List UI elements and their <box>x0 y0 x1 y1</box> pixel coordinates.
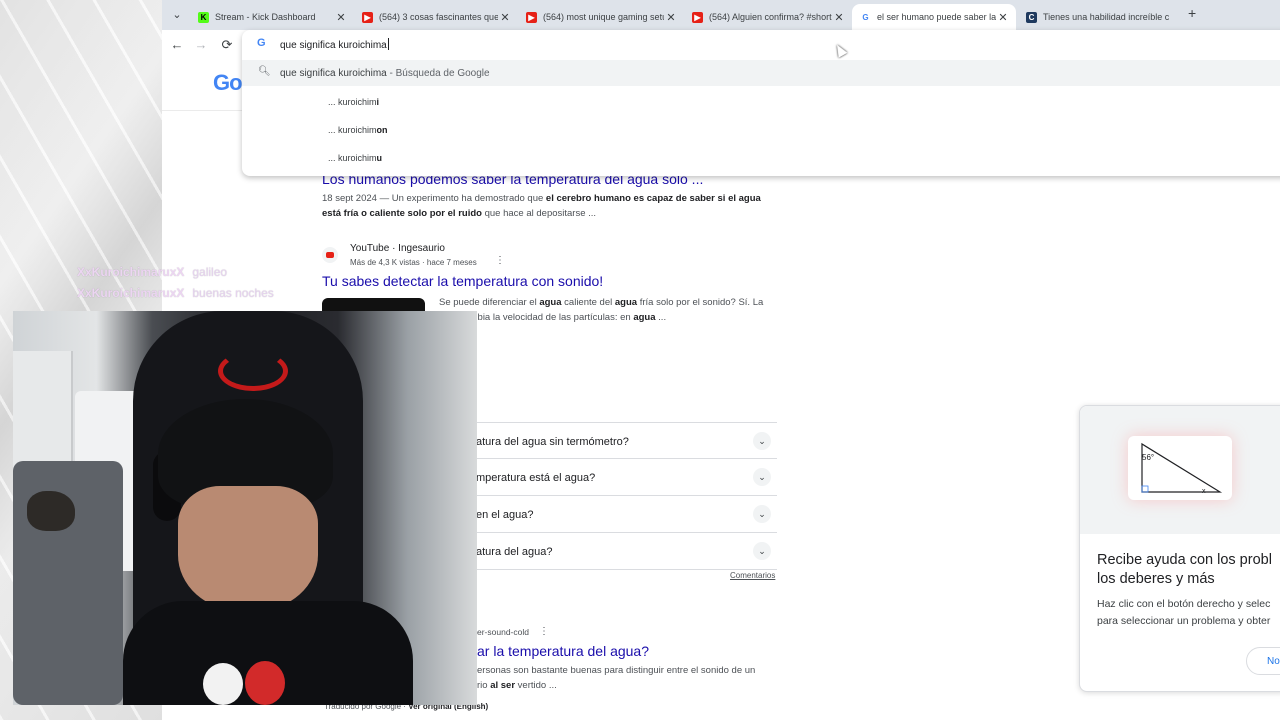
close-tab-icon[interactable]: ✕ <box>996 11 1010 24</box>
tab-title: (564) Alguien confirma? #short <box>709 12 832 22</box>
text-caret <box>387 38 389 50</box>
google-icon: G <box>860 11 871 23</box>
omnibox-query-text: que significa kuroichima <box>280 40 387 51</box>
popup-heading: Recibe ayuda con los probl los deberes y … <box>1097 552 1272 587</box>
tab-title: Tienes una habilidad increíble c <box>1043 12 1170 22</box>
streamer-face <box>178 486 318 611</box>
result-title-link[interactable]: ar la temperatura del agua? <box>477 643 649 659</box>
popup-body: Haz clic con el botón derecho y selec par… <box>1097 598 1271 627</box>
chevron-down-icon: ⌄ <box>753 505 771 523</box>
result-snippet: Se puede diferenciar el agua caliente de… <box>439 297 764 323</box>
result-snippet: ersonas son bastante buenas para disting… <box>477 665 756 691</box>
result-source[interactable]: YouTube · Ingesaurio <box>350 243 445 254</box>
youtube-icon: ▶ <box>526 11 537 23</box>
google-logo[interactable]: Go <box>213 70 243 96</box>
suggestion-text: que significa kuroichima - Búsqueda de G… <box>280 68 490 79</box>
close-tab-icon[interactable]: ✕ <box>832 11 846 24</box>
omnibox-dropdown: G que significa kuroichima 🔍︎ que signif… <box>242 30 1280 176</box>
reload-icon[interactable]: ⟳ <box>218 36 236 54</box>
tab-title: el ser humano puede saber la t <box>877 12 996 22</box>
youtube-icon: ▶ <box>692 11 703 23</box>
back-arrow-icon[interactable]: ← <box>168 36 186 54</box>
tab-youtube-2[interactable]: ▶ (564) most unique gaming setu ✕ <box>518 4 684 30</box>
angle-label: 56° <box>1142 453 1155 462</box>
tab-title: (564) 3 cosas fascinantes que s <box>379 12 498 22</box>
tab-youtube-1[interactable]: ▶ (564) 3 cosas fascinantes que s ✕ <box>354 4 518 30</box>
result-title-link[interactable]: Tu sabes detectar la temperatura con son… <box>322 273 603 289</box>
youtube-icon <box>322 247 338 263</box>
close-tab-icon[interactable]: ✕ <box>664 11 678 24</box>
forward-arrow-icon[interactable]: → <box>192 36 210 54</box>
side-label: x <box>1202 488 1206 495</box>
omnibox-completion[interactable]: ... kuroichimu <box>328 153 382 163</box>
result-source[interactable]: er-sound-cold <box>477 627 529 637</box>
triangle-icon <box>1141 442 1223 493</box>
google-g-icon: G <box>257 37 266 49</box>
people-also-ask-item[interactable]: atura del agua sin termómetro? ⌄ <box>462 422 777 459</box>
close-tab-icon[interactable]: ✕ <box>334 11 348 24</box>
close-tab-icon[interactable]: ✕ <box>498 11 512 24</box>
tab-title: Stream - Kick Dashboard <box>215 12 316 22</box>
people-also-ask-item[interactable]: mperatura está el agua? ⌄ <box>462 459 777 496</box>
tab-title: (564) most unique gaming setu <box>543 12 664 22</box>
tab-kick-dashboard[interactable]: K Stream - Kick Dashboard ✕ <box>190 4 354 30</box>
more-options-icon[interactable]: ⋮ <box>539 626 549 637</box>
tab-youtube-3[interactable]: ▶ (564) Alguien confirma? #short ✕ <box>684 4 852 30</box>
omnibox-input[interactable]: que significa kuroichima <box>280 38 389 51</box>
result-snippet: 18 sept 2024 — Un experimento ha demostr… <box>322 193 761 219</box>
c-icon: C <box>1026 11 1037 23</box>
youtube-icon: ▶ <box>362 11 373 23</box>
chevron-down-icon: ⌄ <box>753 542 771 560</box>
chat-message: XxKuroichimaruxX galileo <box>77 265 228 279</box>
tab-google-search[interactable]: G el ser humano puede saber la t ✕ <box>852 4 1016 30</box>
people-also-ask-item[interactable]: en el agua? ⌄ <box>462 496 777 533</box>
no-thanks-button[interactable]: No <box>1246 647 1280 675</box>
webcam-overlay <box>13 311 477 705</box>
search-icon: 🔍︎ <box>258 66 271 77</box>
chevron-down-icon: ⌄ <box>753 468 771 486</box>
chat-message: XxKuroichimaruxX buenas noches <box>77 286 274 300</box>
triangle-illustration: 56° x <box>1080 406 1280 534</box>
result-meta: Más de 4,3 K vistas · hace 7 meses <box>350 258 477 267</box>
homework-help-popup: 56° x Recibe ayuda con los probl los debe… <box>1079 405 1280 692</box>
chevron-down-icon: ⌄ <box>753 432 771 450</box>
omnibox-completion[interactable]: ... kuroichimon <box>328 125 388 135</box>
tab-strip: ⌄ K Stream - Kick Dashboard ✕ ▶ (564) 3 … <box>162 0 1280 30</box>
feedback-link[interactable]: Comentarios <box>730 571 775 580</box>
more-options-icon[interactable]: ⋮ <box>495 255 505 266</box>
people-also-ask-item[interactable]: atura del agua? ⌄ <box>462 533 777 570</box>
tab-search-chevron-icon[interactable]: ⌄ <box>168 6 186 24</box>
tab-c-site[interactable]: C Tienes una habilidad increíble c <box>1018 4 1176 30</box>
omnibox-suggestion-main[interactable]: 🔍︎ que significa kuroichima - Búsqueda d… <box>242 60 1280 86</box>
omnibox-completion[interactable]: ... kuroichimi <box>328 97 379 107</box>
new-tab-plus-icon[interactable]: + <box>1188 5 1196 21</box>
kick-icon: K <box>198 11 209 23</box>
